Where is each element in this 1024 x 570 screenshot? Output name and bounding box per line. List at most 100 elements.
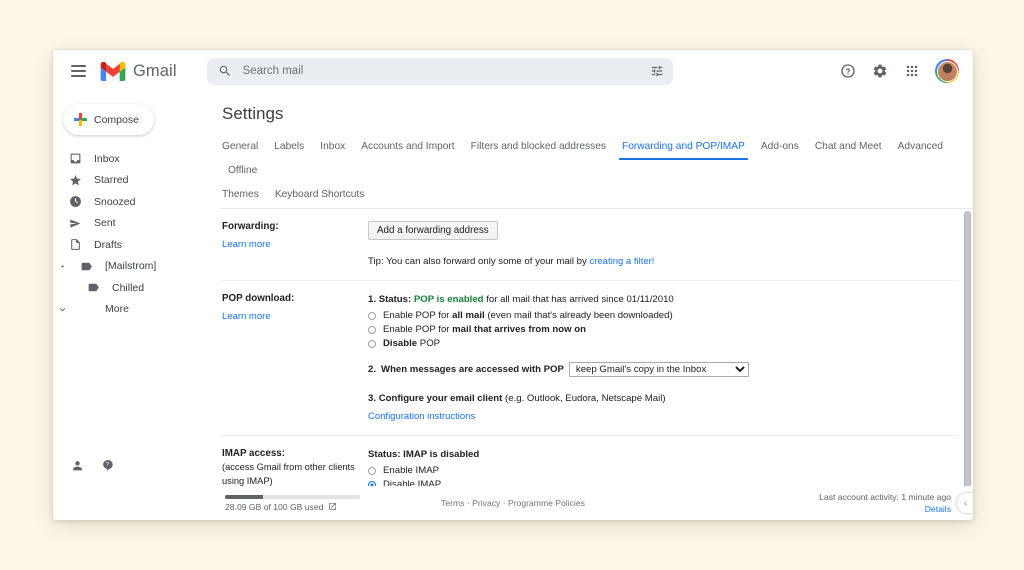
pop-option-suffix: (even mail that's already been downloade… [484,310,673,321]
tab-accounts-and-import[interactable]: Accounts and Import [353,136,462,160]
tab-themes[interactable]: Themes [220,184,267,208]
user-avatar[interactable] [935,59,959,83]
tab-inbox[interactable]: Inbox [312,136,353,160]
pop-configuration-instructions-link[interactable]: Configuration instructions [368,410,475,424]
pop-option-all-mail[interactable]: Enable POP for all mail (even mail that'… [368,310,959,321]
inbox-icon [69,152,82,165]
pop-option-disable[interactable]: Disable POP [368,338,959,349]
sidebar-item-drafts[interactable]: Drafts [53,234,210,255]
tab-filters-and-blocked-addresses[interactable]: Filters and blocked addresses [463,136,614,160]
pop-step3-rest: (e.g. Outlook, Eudora, Netscape Mail) [502,393,666,404]
spacer-icon [80,303,93,316]
compose-button[interactable]: Compose [63,104,154,135]
forwarding-tip: Tip: You can also forward only some of y… [368,255,959,269]
forwarding-label-col: Forwarding: Learn more [222,220,368,269]
radio-icon[interactable] [368,325,376,334]
tab-advanced[interactable]: Advanced [890,136,951,160]
pop-step2-number: 2. [368,364,377,375]
tab-chat-and-meet[interactable]: Chat and Meet [807,136,890,160]
search-input[interactable] [242,65,639,77]
account-activity-info: Last account activity: 1 minute ago Deta… [819,491,973,515]
add-forwarding-address-button[interactable]: Add a forwarding address [368,221,498,240]
search-bar[interactable] [206,57,673,85]
pop-option-prefix: Enable POP for [383,324,453,335]
sidebar-item-label: Snoozed [94,195,136,208]
pop-step3-bold: Configure your email client [378,393,503,404]
pop-step3-number: 3. [368,393,377,404]
external-link-icon[interactable] [328,502,337,511]
pop-option-from-now-on[interactable]: Enable POP for mail that arrives from no… [368,324,959,335]
scrollbar-thumb[interactable] [964,211,971,486]
tab-labels[interactable]: Labels [266,136,312,160]
tab-offline[interactable]: Offline [220,160,265,184]
chevron-down-icon [57,304,68,315]
sidebar-item-label: Chilled [112,281,145,294]
radio-icon[interactable] [368,466,376,475]
imap-content: Status: IMAP is disabled Enable IMAP Dis… [368,447,959,486]
sidebar-item-more[interactable]: More [53,299,210,320]
programme-policies-link[interactable]: Programme Policies [508,498,585,508]
privacy-link[interactable]: Privacy [472,498,500,508]
tab-add-ons[interactable]: Add-ons [753,136,807,160]
send-icon [69,217,82,230]
gmail-logo-icon [100,61,126,81]
chat-balloon-icon[interactable] [101,459,114,472]
contacts-person-icon[interactable] [71,459,84,472]
tab-general[interactable]: General [220,136,266,160]
imap-option-label: Disable IMAP [383,479,442,486]
terms-link[interactable]: Terms [441,498,464,508]
tab-keyboard-shortcuts[interactable]: Keyboard Shortcuts [267,184,372,208]
pop-status-word: Status: [378,294,412,305]
chevron-down-icon[interactable] [57,261,68,272]
imap-status: Status: IMAP is disabled [368,447,959,462]
sidebar-item-snoozed[interactable]: Snoozed [53,191,210,212]
sidebar-item-label: Sent [94,217,116,229]
pop-learn-more-link[interactable]: Learn more [222,310,271,324]
window-body: Compose Inbox Starred Snoozed Sent Draft… [53,92,973,486]
account-details-link[interactable]: Details [819,503,951,515]
page-title: Settings [222,104,284,123]
forwarding-section: Forwarding: Learn more Add a forwarding … [220,209,959,281]
imap-option-disable[interactable]: Disable IMAP [368,479,959,486]
collapse-panel-button[interactable] [956,492,973,514]
settings-header: Settings General Labels Inbox Accounts a… [220,92,973,209]
storage-indicator: 28.09 GB of 100 GB used [220,494,428,512]
sidebar-item-chilled[interactable]: Chilled [53,277,210,298]
tune-filter-icon[interactable] [650,64,664,78]
sidebar-item-starred[interactable]: Starred [53,170,210,191]
settings-main: Settings General Labels Inbox Accounts a… [220,92,973,486]
sidebar-item-mailstrom[interactable]: [Mailstrom] [53,256,210,277]
radio-icon[interactable] [368,311,376,320]
pop-download-label: POP download: [222,293,295,304]
pop-status-tail: for all mail that has arrived since 01/1… [483,294,674,305]
star-icon [69,174,82,187]
pop-status-value: POP is enabled [413,294,484,305]
apps-grid-icon[interactable] [901,60,923,82]
clock-icon [69,195,82,208]
imap-option-label: Enable IMAP [383,465,439,476]
imap-access-section: IMAP access: (access Gmail from other cl… [220,436,959,486]
hamburger-icon[interactable] [65,58,91,84]
forwarding-learn-more-link[interactable]: Learn more [222,238,271,252]
sidebar-item-label: Inbox [94,152,120,165]
gear-icon[interactable] [869,60,891,82]
tab-forwarding-and-pop-imap[interactable]: Forwarding and POP/IMAP [614,136,753,160]
footer-separator-2: · [502,498,506,508]
pop-status-number: 1. [368,294,377,305]
help-icon[interactable] [837,60,859,82]
radio-icon[interactable] [368,339,376,348]
gmail-brand[interactable]: Gmail [100,61,177,81]
sidebar-item-inbox[interactable]: Inbox [53,148,210,169]
footer-separator-1: · [466,498,470,508]
pop-option-bold: Disable [383,338,418,349]
pop-step3-row: 3. Configure your email client (e.g. Out… [368,391,959,406]
vertical-scrollbar[interactable] [963,209,971,486]
chevron-left-icon [963,500,967,506]
creating-a-filter-link[interactable]: creating a filter! [589,255,654,269]
imap-option-enable[interactable]: Enable IMAP [368,465,959,476]
sidebar-item-sent[interactable]: Sent [53,213,210,234]
pop-step2-row: 2. When messages are accessed with POP k… [368,362,959,377]
pop-access-dropdown[interactable]: keep Gmail's copy in the Inbox mark Gmai… [568,362,749,377]
storage-progress-bar [225,494,360,499]
sidebar-item-label: [Mailstrom] [105,260,157,272]
